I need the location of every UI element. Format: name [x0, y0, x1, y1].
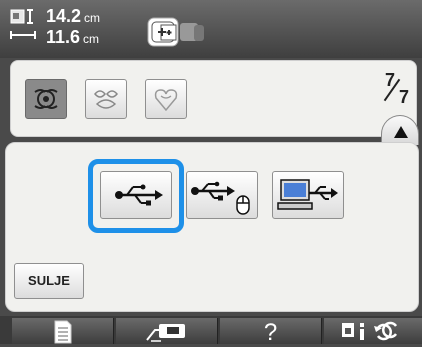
- document-button[interactable]: [12, 318, 114, 344]
- page-up-button[interactable]: [381, 115, 419, 145]
- usb-mouse-port-button[interactable]: [186, 171, 258, 219]
- document-icon: [54, 320, 72, 344]
- machine-status-button[interactable]: [116, 318, 218, 344]
- usb-mouse-icon: [191, 181, 250, 215]
- settings-button[interactable]: [324, 318, 422, 344]
- page-indicator: 7 7: [383, 70, 410, 107]
- pattern-thumbnail-2[interactable]: [85, 79, 127, 119]
- pattern-list-panel: 7 7: [10, 60, 419, 145]
- computer-connection-button[interactable]: [272, 171, 344, 219]
- arrow-up-icon: [394, 126, 408, 138]
- usb-media-button[interactable]: [100, 171, 172, 219]
- data-source-panel: SULJE: [5, 142, 419, 312]
- embroidery-pattern-icon: [154, 89, 178, 112]
- pattern-thumbnail-3[interactable]: [145, 79, 187, 119]
- embroidery-pattern-icon: [34, 89, 58, 109]
- usb-icon: [115, 184, 163, 206]
- sewing-machine-icon: [146, 324, 185, 342]
- footer-toolbar: ?: [0, 316, 422, 346]
- height-readout: 14.2 cm: [46, 6, 101, 26]
- header-bar: 14.2 cm 11.6 cm: [0, 0, 422, 58]
- embroidery-size-icon: [10, 9, 36, 39]
- hoop-icon: [147, 17, 204, 47]
- width-readout: 11.6 cm: [46, 27, 100, 47]
- help-button[interactable]: ?: [220, 318, 322, 346]
- settings-icon: [342, 321, 398, 341]
- pattern-dimensions: 14.2 cm 11.6 cm: [46, 7, 100, 49]
- computer-icon: [277, 179, 338, 210]
- pattern-thumbnail-1[interactable]: [25, 79, 67, 119]
- close-button[interactable]: SULJE: [14, 263, 84, 299]
- embroidery-pattern-icon: [94, 90, 118, 109]
